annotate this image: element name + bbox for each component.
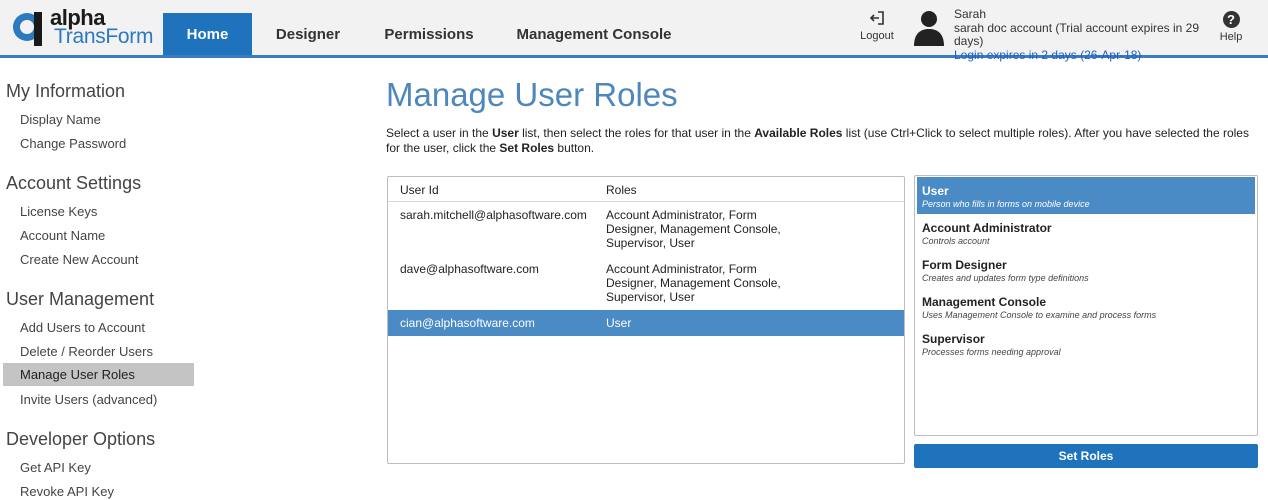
role-name: Form Designer: [922, 258, 1007, 272]
help-button[interactable]: ? Help: [1216, 11, 1246, 51]
cell-roles: Account Administrator, Form Designer, Ma…: [606, 262, 781, 304]
sidebar-item-add-users[interactable]: Add Users to Account: [3, 316, 194, 339]
role-description: Controls account: [922, 236, 990, 246]
user-info: Sarah sarah doc account (Trial account e…: [954, 7, 1224, 63]
table-row[interactable]: sarah.mitchell@alphasoftware.com Account…: [388, 208, 904, 254]
header-divider: [388, 201, 904, 202]
sidebar: My Information Display Name Change Passw…: [0, 60, 200, 500]
sidebar-item-display-name[interactable]: Display Name: [3, 108, 194, 131]
cell-user-id: dave@alphasoftware.com: [400, 262, 539, 276]
account-line: sarah doc account (Trial account expires…: [954, 20, 1200, 48]
sidebar-item-invite-users[interactable]: Invite Users (advanced): [3, 388, 194, 411]
role-item-management-console[interactable]: Management Console Uses Management Conso…: [917, 288, 1255, 325]
cell-roles: Account Administrator, Form Designer, Ma…: [606, 208, 781, 250]
cell-roles: User: [606, 316, 632, 330]
sidebar-heading-user-management: User Management: [6, 289, 155, 309]
top-header: alpha TransForm Home Designer Permission…: [0, 0, 1268, 61]
user-name: Sarah: [954, 7, 987, 21]
role-item-account-administrator[interactable]: Account Administrator Controls account: [917, 214, 1255, 251]
role-item-form-designer[interactable]: Form Designer Creates and updates form t…: [917, 251, 1255, 288]
tab-management-console[interactable]: Management Console: [506, 13, 682, 55]
role-description: Uses Management Console to examine and p…: [922, 310, 1157, 320]
login-expiry-link[interactable]: Login expires in 2 days (26-Apr-18): [954, 48, 1224, 63]
role-name: User: [922, 184, 949, 198]
sidebar-item-revoke-api-key[interactable]: Revoke API Key: [3, 480, 194, 500]
page-title: Manage User Roles: [386, 76, 678, 113]
role-description: Creates and updates form type definition…: [922, 273, 1089, 283]
tab-home[interactable]: Home: [163, 13, 252, 55]
role-item-user[interactable]: User Person who fills in forms on mobile…: [917, 177, 1255, 214]
logout-button[interactable]: Logout: [852, 10, 902, 50]
role-name: Account Administrator: [922, 221, 1052, 235]
sidebar-item-delete-reorder-users[interactable]: Delete / Reorder Users: [3, 340, 194, 363]
table-row[interactable]: dave@alphasoftware.com Account Administr…: [388, 262, 904, 308]
role-description: Processes forms needing approval: [922, 347, 1061, 357]
column-header-roles: Roles: [606, 183, 637, 197]
cell-user-id: cian@alphasoftware.com: [400, 316, 535, 330]
set-roles-button[interactable]: Set Roles: [914, 444, 1258, 468]
sidebar-item-license-keys[interactable]: License Keys: [3, 200, 194, 223]
tab-permissions[interactable]: Permissions: [374, 13, 484, 55]
user-avatar-icon: [914, 11, 944, 46]
sidebar-item-manage-user-roles[interactable]: Manage User Roles: [3, 363, 194, 386]
sidebar-item-account-name[interactable]: Account Name: [3, 224, 194, 247]
role-name: Management Console: [922, 295, 1047, 309]
role-description: Person who fills in forms on mobile devi…: [922, 199, 1090, 209]
sidebar-heading-my-information: My Information: [6, 81, 126, 101]
sidebar-item-get-api-key[interactable]: Get API Key: [3, 456, 194, 479]
alpha-transform-logo[interactable]: alpha TransForm: [8, 4, 158, 50]
logout-icon: [869, 11, 884, 25]
role-item-supervisor[interactable]: Supervisor Processes forms needing appro…: [917, 325, 1255, 362]
sidebar-item-create-new-account[interactable]: Create New Account: [3, 248, 194, 271]
role-name: Supervisor: [922, 332, 985, 346]
logout-label: Logout: [860, 30, 894, 42]
column-header-user-id: User Id: [400, 183, 439, 197]
sidebar-heading-account-settings: Account Settings: [6, 173, 142, 193]
tab-designer[interactable]: Designer: [262, 13, 354, 55]
sidebar-heading-developer-options: Developer Options: [6, 429, 156, 449]
user-list-table: User Id Roles sarah.mitchell@alphasoftwa…: [387, 176, 905, 464]
logo-transform-text: TransForm: [54, 25, 154, 48]
help-label: Help: [1219, 31, 1243, 43]
sidebar-item-change-password[interactable]: Change Password: [3, 132, 194, 155]
help-icon: ?: [1222, 11, 1240, 28]
available-roles-list: User Person who fills in forms on mobile…: [914, 175, 1258, 436]
logo-mark-icon: [13, 12, 42, 46]
cell-user-id: sarah.mitchell@alphasoftware.com: [400, 208, 587, 222]
instructions-text: Select a user in the User list, then sel…: [386, 126, 1249, 155]
table-row-selected[interactable]: cian@alphasoftware.com User: [388, 310, 904, 336]
